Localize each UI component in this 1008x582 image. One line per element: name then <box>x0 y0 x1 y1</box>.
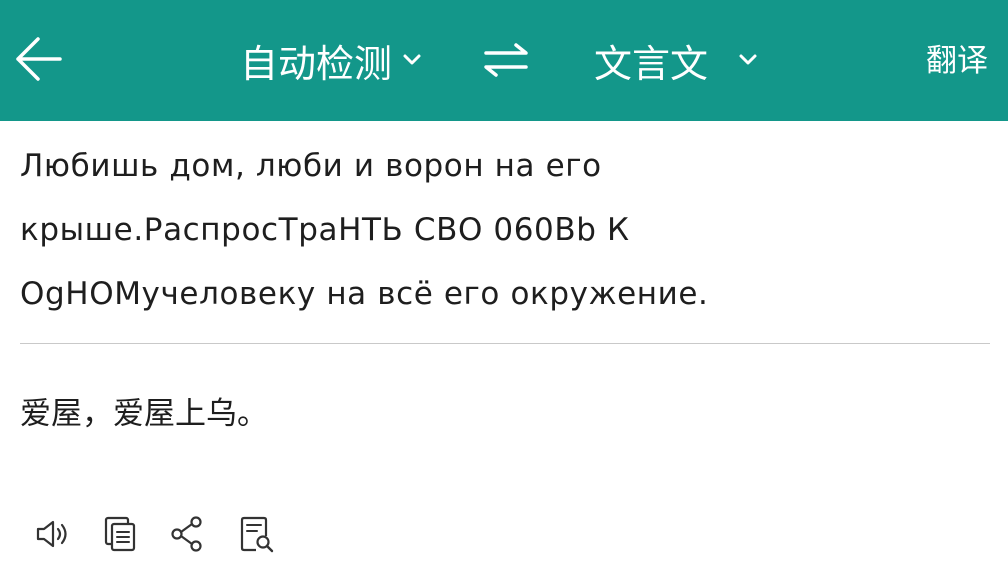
result-actions-bar <box>30 512 302 556</box>
back-button[interactable] <box>14 36 64 82</box>
translate-button[interactable]: 翻译 <box>926 40 988 82</box>
source-text-line: крыше.РаспросТраНТЬ СВО 060Вb К <box>20 212 630 248</box>
swap-languages-button[interactable] <box>480 40 532 80</box>
target-language-label: 文言文 <box>594 41 709 86</box>
source-text-line: OgHOMучеловеку на всё его окружение. <box>20 276 709 312</box>
swap-arrows-icon <box>484 43 528 77</box>
copy-icon <box>104 516 136 552</box>
share-button[interactable] <box>166 512 210 556</box>
dictionary-search-icon <box>240 516 274 553</box>
share-icon <box>171 516 202 552</box>
divider <box>20 343 990 344</box>
chevron-down-icon <box>403 54 421 65</box>
top-bar: 自动检测 文言文 翻译 <box>0 0 1008 121</box>
target-language-selector[interactable]: 文言文 <box>594 30 758 90</box>
source-text-input[interactable]: Любишь дом, люби и ворон на его крыше.Ра… <box>20 134 990 326</box>
source-language-selector[interactable]: 自动检测 <box>240 30 422 90</box>
copy-button[interactable] <box>98 512 142 556</box>
speak-button[interactable] <box>30 512 74 556</box>
dictionary-button[interactable] <box>234 512 278 556</box>
chevron-down-icon <box>739 54 757 65</box>
speaker-icon <box>36 520 67 548</box>
arrow-left-icon <box>16 37 62 81</box>
translation-result: 爱屋，爱屋上乌。 <box>20 396 268 432</box>
source-text-line: Любишь дом, люби и ворон на его <box>20 148 602 184</box>
source-language-label: 自动检测 <box>240 41 393 86</box>
